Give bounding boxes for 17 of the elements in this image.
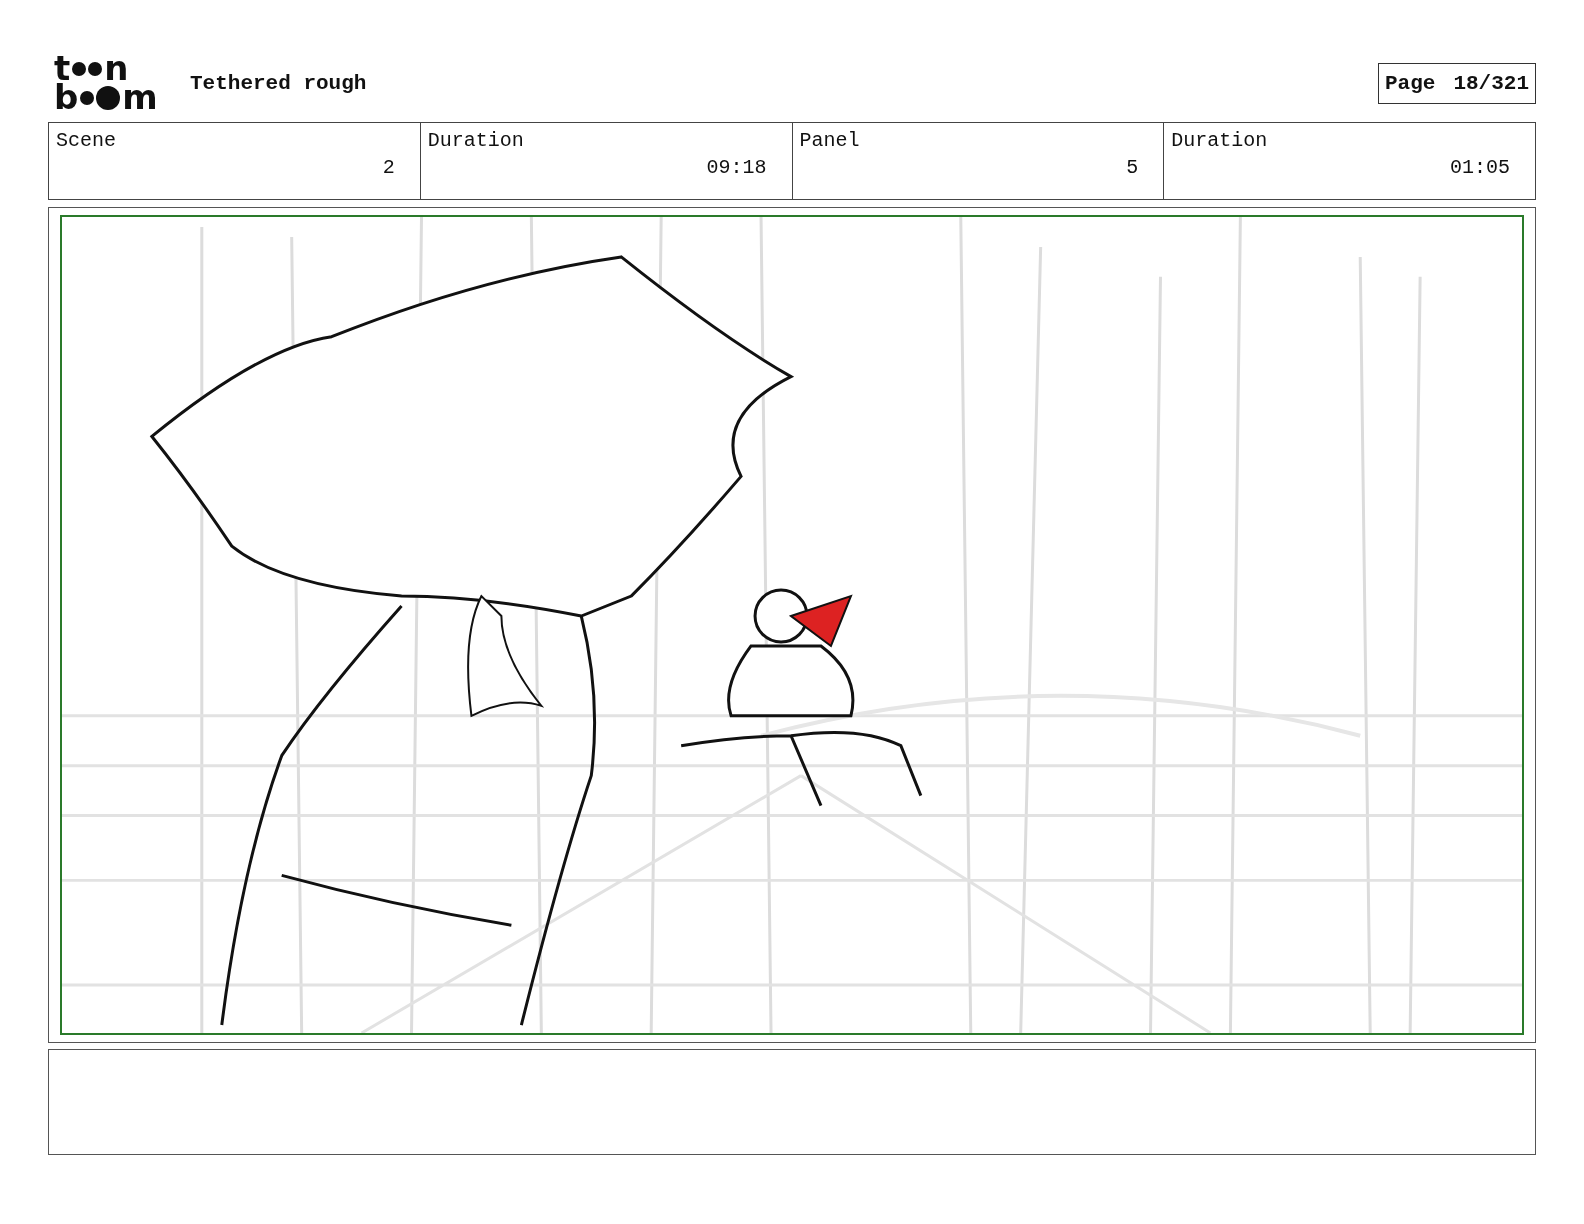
logo-letter: n [104, 54, 129, 83]
logo-dot-icon [72, 61, 87, 76]
info-label: Duration [1171, 129, 1269, 152]
info-value: 5 [1125, 156, 1140, 179]
logo-letter: b [54, 83, 79, 112]
page-label: Page [1384, 71, 1436, 95]
storyboard-title: Tethered rough [190, 71, 367, 95]
info-value: 01:05 [1449, 156, 1511, 179]
info-label: Panel [799, 129, 861, 152]
info-label: Scene [56, 129, 117, 152]
logo-dot-icon [88, 61, 103, 76]
info-value: 2 [381, 156, 396, 179]
logo-letter: m [122, 83, 158, 112]
info-label: Duration [427, 129, 525, 152]
page-number: 18/321 [1453, 71, 1529, 95]
info-value: 09:18 [705, 156, 768, 179]
logo-letter: t [54, 54, 71, 83]
